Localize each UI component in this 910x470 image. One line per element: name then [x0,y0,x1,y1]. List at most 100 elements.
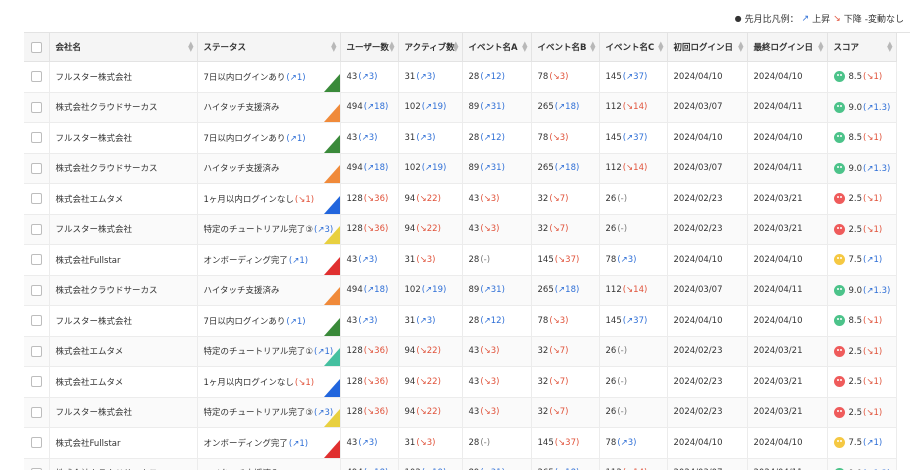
score-change: (↗1.3) [863,286,890,296]
sort-icon[interactable]: ▲▼ [590,42,595,52]
event-b-value: 145 [538,255,554,265]
sort-icon[interactable]: ▲▼ [522,42,527,52]
active-cell: 94(↘22) [398,184,462,215]
event-b-change: (↘7) [549,377,568,387]
company-name-cell: フルスター株式会社 [49,123,197,154]
row-checkbox[interactable] [31,102,42,113]
row-checkbox-cell[interactable] [24,92,49,123]
event-a-value: 89 [469,102,480,112]
column-header-active[interactable]: アクティブ数▲▼ [398,33,462,62]
select-all-checkbox-cell[interactable] [24,33,49,62]
event-a-cell: 28(-) [462,245,531,276]
table-row[interactable]: フルスター株式会社特定のチュートリアル完了③(↗3)128(↘36)94(↘22… [24,397,896,428]
sort-icon[interactable]: ▲▼ [658,42,663,52]
row-checkbox-cell[interactable] [24,336,49,367]
row-checkbox-cell[interactable] [24,184,49,215]
row-checkbox-cell[interactable] [24,428,49,459]
sort-icon[interactable]: ▲▼ [887,42,892,52]
row-checkbox-cell[interactable] [24,397,49,428]
sort-icon[interactable]: ▲▼ [453,42,458,52]
first-login-date: 2024/04/10 [674,316,723,326]
column-header-status[interactable]: ステータス▲▼ [197,33,340,62]
row-checkbox-cell[interactable] [24,214,49,245]
table-row[interactable]: フルスター株式会社7日以内ログインあり(↗1)43(↗3)31(↗3)28(↗1… [24,123,896,154]
column-header-last-login[interactable]: 最終ログイン日▲▼ [747,33,827,62]
row-checkbox-cell[interactable] [24,123,49,154]
table-row[interactable]: フルスター株式会社7日以内ログインあり(↗1)43(↗3)31(↗3)28(↗1… [24,306,896,337]
table-row[interactable]: 株式会社クラウドサーカスハイタッチ支援済み494(↗18)102(↗19)89(… [24,458,896,470]
row-checkbox-cell[interactable] [24,153,49,184]
row-checkbox[interactable] [31,315,42,326]
row-checkbox-cell[interactable] [24,245,49,276]
users-change: (↘36) [364,377,389,387]
column-header-users[interactable]: ユーザー数▲▼ [340,33,398,62]
users-cell: 494(↗18) [340,153,398,184]
row-checkbox[interactable] [31,132,42,143]
column-header-event-b[interactable]: イベント名B▲▼ [531,33,599,62]
row-checkbox[interactable] [31,407,42,418]
table-row[interactable]: 株式会社エムタメ特定のチュートリアル完了①(↗1)128(↘36)94(↘22)… [24,336,896,367]
first-login-cell: 2024/03/07 [667,92,747,123]
sort-icon[interactable]: ▲▼ [389,42,394,52]
table-row[interactable]: 株式会社エムタメ1ヶ月以内ログインなし(↘1)128(↘36)94(↘22)43… [24,367,896,398]
company-table-container: 会社名▲▼ ステータス▲▼ ユーザー数▲▼ アクティブ数▲▼ イベント名A▲▼ … [24,32,910,470]
event-a-change: (-) [480,438,490,448]
event-c-change: (↗37) [623,133,648,143]
event-b-value: 265 [538,102,554,112]
table-row[interactable]: 株式会社クラウドサーカスハイタッチ支援済み494(↗18)102(↗19)89(… [24,153,896,184]
select-all-checkbox[interactable] [31,42,42,53]
active-change: (↘22) [416,224,441,234]
table-row[interactable]: 株式会社クラウドサーカスハイタッチ支援済み494(↗18)102(↗19)89(… [24,275,896,306]
score-change: (↗1) [863,255,882,265]
active-change: (↘22) [416,377,441,387]
users-value: 128 [347,346,363,356]
sort-icon[interactable]: ▲▼ [738,42,743,52]
row-checkbox[interactable] [31,285,42,296]
event-c-value: 26 [606,194,617,204]
last-login-cell: 2024/03/21 [747,367,827,398]
status-cell: 7日以内ログインあり(↗1) [197,123,340,154]
row-checkbox[interactable] [31,224,42,235]
company-name-cell: 株式会社クラウドサーカス [49,275,197,306]
table-row[interactable]: 株式会社クラウドサーカスハイタッチ支援済み494(↗18)102(↗19)89(… [24,92,896,123]
row-checkbox[interactable] [31,346,42,357]
row-checkbox-cell[interactable] [24,367,49,398]
event-b-cell: 145(↘37) [531,428,599,459]
active-cell: 31(↗3) [398,123,462,154]
active-cell: 94(↘22) [398,397,462,428]
sort-icon[interactable]: ▲▼ [818,42,823,52]
event-b-change: (↘7) [549,407,568,417]
table-row[interactable]: フルスター株式会社特定のチュートリアル完了③(↗3)128(↘36)94(↘22… [24,214,896,245]
row-checkbox-cell[interactable] [24,306,49,337]
first-login-cell: 2024/04/10 [667,306,747,337]
column-header-score[interactable]: スコア▲▼ [827,33,896,62]
event-c-cell: 112(↘14) [599,458,667,470]
row-checkbox[interactable] [31,163,42,174]
column-header-event-a[interactable]: イベント名A▲▼ [462,33,531,62]
sort-icon[interactable]: ▲▼ [188,42,193,52]
score-value: 2.5 [849,347,863,357]
users-change: (↗18) [364,102,389,112]
column-header-company[interactable]: 会社名▲▼ [49,33,197,62]
row-checkbox[interactable] [31,71,42,82]
status-color-indicator [324,226,340,244]
row-checkbox[interactable] [31,193,42,204]
row-checkbox-cell[interactable] [24,62,49,93]
column-header-event-c[interactable]: イベント名C▲▼ [599,33,667,62]
sort-icon[interactable]: ▲▼ [331,42,336,52]
row-checkbox[interactable] [31,376,42,387]
row-checkbox-cell[interactable] [24,275,49,306]
table-row[interactable]: 株式会社Fullstarオンボーディング完了(↗1)43(↗3)31(↘3)28… [24,428,896,459]
event-a-value: 28 [469,255,480,265]
table-row[interactable]: 株式会社Fullstarオンボーディング完了(↗1)43(↗3)31(↘3)28… [24,245,896,276]
row-checkbox[interactable] [31,437,42,448]
column-header-first-login[interactable]: 初回ログイン日▲▼ [667,33,747,62]
users-cell: 494(↗18) [340,92,398,123]
table-row[interactable]: フルスター株式会社7日以内ログインあり(↗1)43(↗3)31(↗3)28(↗1… [24,62,896,93]
row-checkbox-cell[interactable] [24,458,49,470]
row-checkbox[interactable] [31,254,42,265]
score-cell: 8.5(↘1) [827,62,896,93]
event-c-change: (↗37) [623,316,648,326]
table-row[interactable]: 株式会社エムタメ1ヶ月以内ログインなし(↘1)128(↘36)94(↘22)43… [24,184,896,215]
event-b-value: 32 [538,346,549,356]
